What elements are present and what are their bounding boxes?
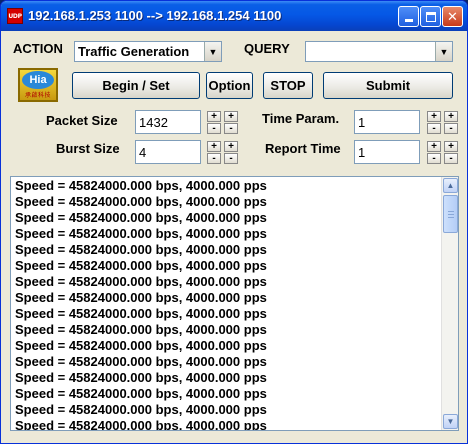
app-window: UDP 192.168.1.253 1100 --> 192.168.1.254… [0, 0, 468, 444]
packet-size-plus-button[interactable]: + [207, 111, 221, 122]
begin-set-button[interactable]: Begin / Set [72, 72, 200, 99]
packet-size-label: Packet Size [46, 113, 118, 128]
app-icon[interactable]: UDP [7, 8, 23, 24]
log-line: Speed = 45824000.000 bps, 4000.000 pps [15, 338, 267, 353]
report-time-label: Report Time [265, 141, 341, 156]
log-line: Speed = 45824000.000 bps, 4000.000 pps [15, 306, 267, 321]
close-button[interactable]: ✕ [442, 6, 463, 27]
scroll-thumb[interactable] [443, 195, 458, 233]
packet-size-minus-button-2[interactable]: - [224, 123, 238, 134]
burst-size-minus-button-2[interactable]: - [224, 153, 238, 164]
time-param-minus-button-2[interactable]: - [444, 123, 458, 134]
packet-size-input[interactable]: 1432 [135, 110, 201, 134]
log-line: Speed = 45824000.000 bps, 4000.000 pps [15, 178, 267, 193]
speed-log[interactable]: Speed = 45824000.000 bps, 4000.000 pps S… [10, 176, 459, 431]
hia-logo: Hia 承啟科技 [18, 68, 58, 102]
time-param-minus-button[interactable]: - [427, 123, 441, 134]
log-line: Speed = 45824000.000 bps, 4000.000 pps [15, 370, 267, 385]
option-button[interactable]: Option [206, 72, 253, 99]
grip-line [448, 217, 454, 218]
time-param-plus-button[interactable]: + [427, 111, 441, 122]
log-line: Speed = 45824000.000 bps, 4000.000 pps [15, 274, 267, 289]
chevron-down-icon[interactable]: ▼ [204, 42, 221, 61]
log-line: Speed = 45824000.000 bps, 4000.000 pps [15, 402, 267, 417]
report-time-plus-button[interactable]: + [427, 141, 441, 152]
log-line: Speed = 45824000.000 bps, 4000.000 pps [15, 258, 267, 273]
query-select[interactable]: ▼ [305, 41, 453, 62]
grip-line [448, 214, 454, 215]
packet-size-minus-button[interactable]: - [207, 123, 221, 134]
log-line: Speed = 45824000.000 bps, 4000.000 pps [15, 194, 267, 209]
scroll-up-icon[interactable]: ▲ [443, 178, 458, 193]
log-line: Speed = 45824000.000 bps, 4000.000 pps [15, 322, 267, 337]
burst-size-minus-button[interactable]: - [207, 153, 221, 164]
time-param-label: Time Param. [262, 111, 340, 126]
stop-button[interactable]: STOP [263, 72, 313, 99]
logo-subtext: 承啟科技 [24, 93, 51, 99]
grip-line [448, 211, 454, 212]
log-line: Speed = 45824000.000 bps, 4000.000 pps [15, 290, 267, 305]
action-label: ACTION [13, 41, 63, 56]
time-param-plus-button-2[interactable]: + [444, 111, 458, 122]
burst-size-label: Burst Size [56, 141, 120, 156]
chevron-down-icon[interactable]: ▼ [435, 42, 452, 61]
packet-size-plus-button-2[interactable]: + [224, 111, 238, 122]
log-line: Speed = 45824000.000 bps, 4000.000 pps [15, 242, 267, 257]
action-select-value: Traffic Generation [78, 44, 190, 59]
report-time-minus-button-2[interactable]: - [444, 153, 458, 164]
close-icon: ✕ [447, 8, 458, 24]
log-lines: Speed = 45824000.000 bps, 4000.000 pps S… [15, 178, 443, 431]
minimize-button[interactable] [398, 6, 419, 27]
report-time-input[interactable]: 1 [354, 140, 420, 164]
time-param-input[interactable]: 1 [354, 110, 420, 134]
window-title: 192.168.1.253 1100 --> 192.168.1.254 110… [28, 8, 282, 23]
report-time-minus-button[interactable]: - [427, 153, 441, 164]
log-line: Speed = 45824000.000 bps, 4000.000 pps [15, 386, 267, 401]
log-line: Speed = 45824000.000 bps, 4000.000 pps [15, 354, 267, 369]
burst-size-plus-button[interactable]: + [207, 141, 221, 152]
query-label: QUERY [244, 41, 290, 56]
log-line: Speed = 45824000.000 bps, 4000.000 pps [15, 226, 267, 241]
submit-button[interactable]: Submit [323, 72, 453, 99]
maximize-icon [425, 11, 436, 22]
action-select[interactable]: Traffic Generation ▼ [74, 41, 222, 62]
logo-text: Hia [22, 71, 54, 89]
burst-size-plus-button-2[interactable]: + [224, 141, 238, 152]
maximize-button[interactable] [420, 6, 441, 27]
burst-size-input[interactable]: 4 [135, 140, 201, 164]
title-bar[interactable]: UDP 192.168.1.253 1100 --> 192.168.1.254… [1, 1, 467, 31]
minimize-icon [404, 19, 413, 22]
report-time-plus-button-2[interactable]: + [444, 141, 458, 152]
vertical-scrollbar[interactable]: ▲ ▼ [441, 177, 458, 430]
log-line: Speed = 45824000.000 bps, 4000.000 pps [15, 210, 267, 225]
scroll-down-icon[interactable]: ▼ [443, 414, 458, 429]
log-line: Speed = 45824000.000 bps, 4000.000 pps [15, 418, 267, 431]
